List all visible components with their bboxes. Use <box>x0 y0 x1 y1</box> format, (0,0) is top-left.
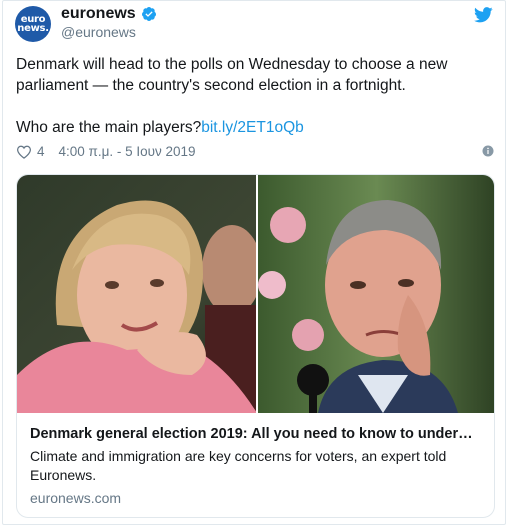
tweet-text-paragraph-1: Denmark will head to the polls on Wednes… <box>16 56 448 94</box>
embedded-tweet: euro news. euronews @euronews Denmark wi… <box>2 0 506 525</box>
info-icon[interactable] <box>482 145 494 157</box>
card-title[interactable]: Denmark general election 2019: All you n… <box>30 426 482 442</box>
author-name-row[interactable]: euronews <box>61 5 157 23</box>
card-photo-right <box>256 175 494 413</box>
twitter-bird-icon[interactable] <box>474 7 493 23</box>
avatar-text-bottom: news. <box>17 23 49 34</box>
like-count[interactable]: 4 <box>37 144 45 159</box>
tweet-meta: 4 4:00 π.μ. - 5 Ιουν 2019 <box>16 144 494 159</box>
avatar[interactable]: euro news. <box>15 6 51 42</box>
author-handle[interactable]: @euronews <box>61 24 136 40</box>
heart-icon[interactable] <box>16 145 32 159</box>
display-name[interactable]: euronews <box>61 5 136 23</box>
link-card[interactable]: Denmark general election 2019: All you n… <box>16 174 495 518</box>
card-description: Climate and immigration are key concerns… <box>30 448 447 483</box>
tweet-text-paragraph-2: Who are the main players?bit.ly/2ET1oQb <box>16 117 491 138</box>
card-image[interactable] <box>17 175 494 413</box>
tweet-link[interactable]: bit.ly/2ET1oQb <box>201 119 304 136</box>
tweet-question: Who are the main players? <box>16 119 202 136</box>
card-photo-left <box>17 175 256 413</box>
card-domain[interactable]: euronews.com <box>30 490 482 506</box>
tweet-timestamp[interactable]: 4:00 π.μ. - 5 Ιουν 2019 <box>59 144 196 159</box>
verified-badge-icon <box>141 7 156 21</box>
card-body[interactable]: Denmark general election 2019: All you n… <box>30 426 482 506</box>
tweet-text: Denmark will head to the polls on Wednes… <box>16 54 491 138</box>
